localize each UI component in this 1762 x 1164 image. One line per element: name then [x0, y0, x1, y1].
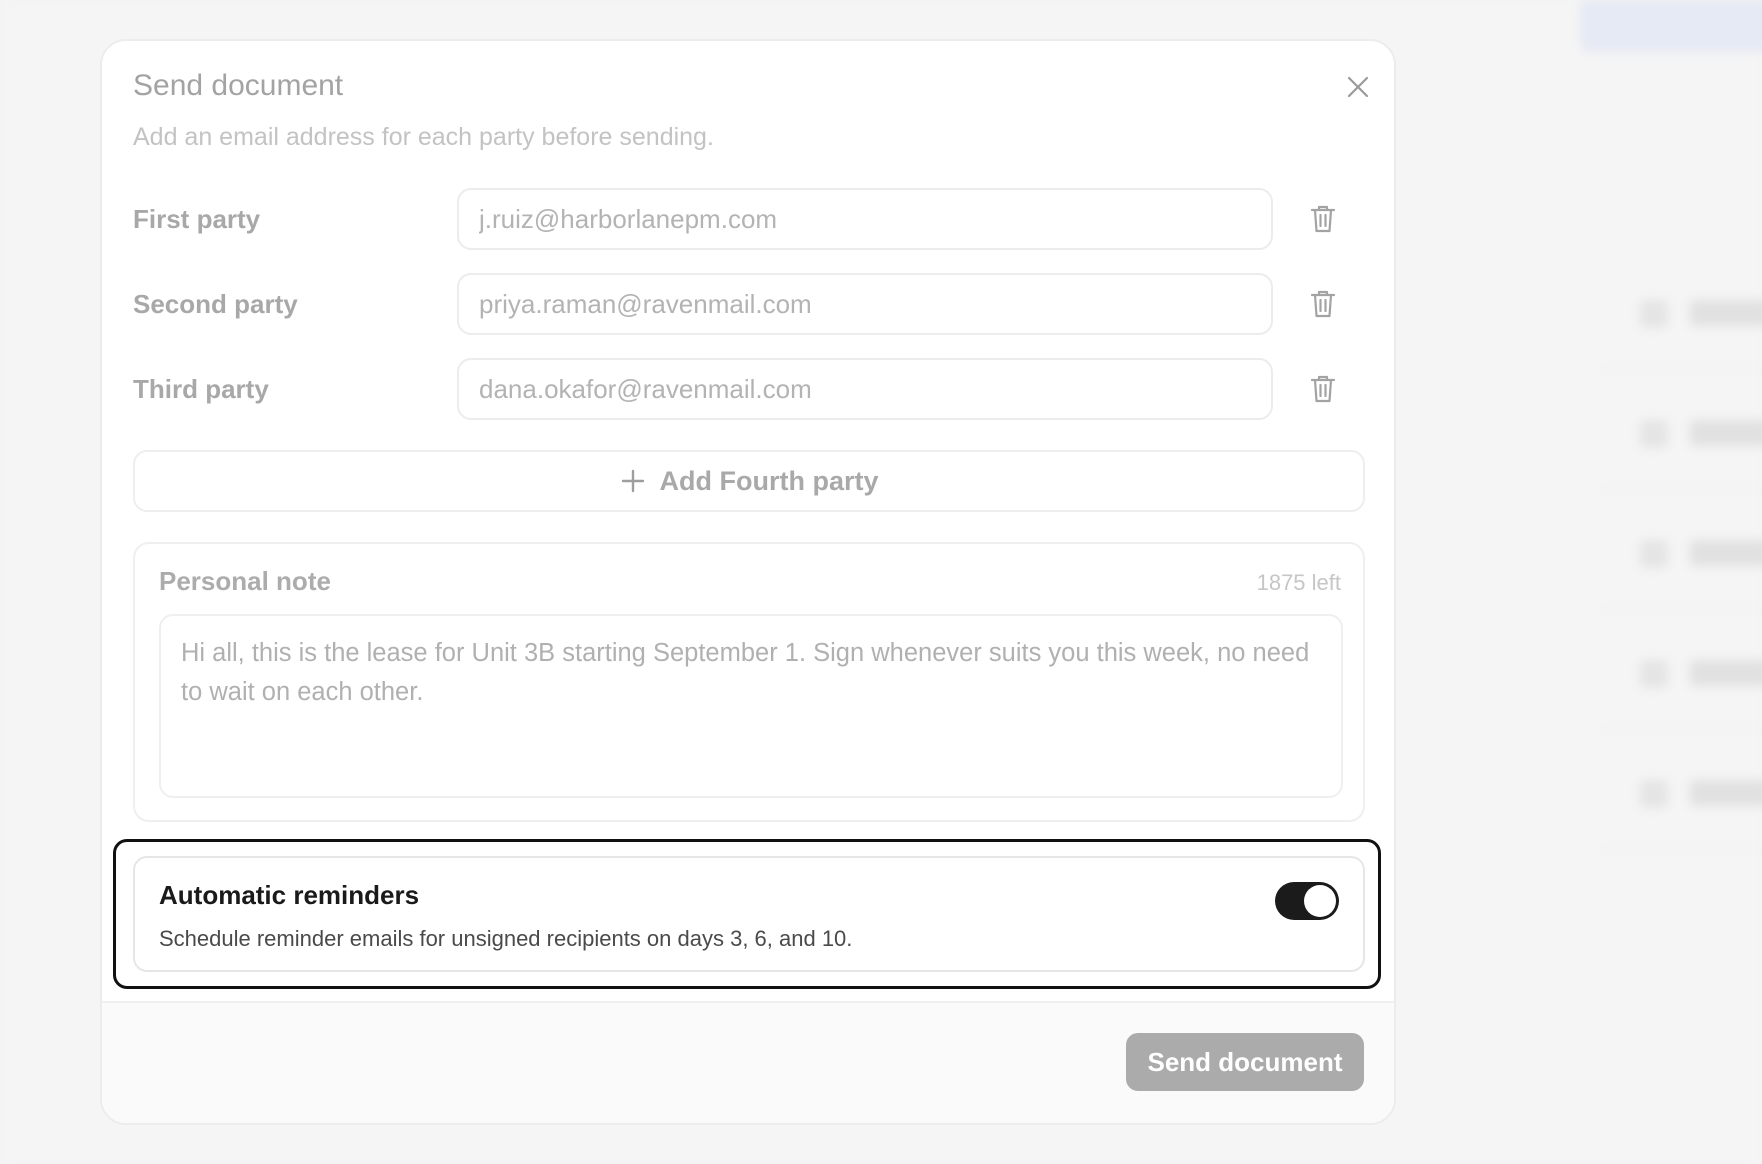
- dialog-footer: Send document: [102, 1001, 1394, 1123]
- delete-third-party-button[interactable]: [1303, 369, 1343, 409]
- reminders-title: Automatic reminders: [159, 880, 420, 910]
- reminders-toggle[interactable]: [1275, 882, 1339, 920]
- automatic-reminders-card[interactable]: Automatic reminders Schedule reminder em…: [133, 856, 1365, 972]
- third-party-email-input[interactable]: [457, 358, 1273, 420]
- party-row-third: Third party: [133, 358, 1373, 420]
- trash-icon: [1310, 375, 1336, 403]
- party-label: Third party: [133, 374, 269, 404]
- personal-note-section: Personal note 1875 left Hi all, this is …: [133, 542, 1365, 822]
- second-party-email-input[interactable]: [457, 273, 1273, 335]
- send-document-button[interactable]: Send document: [1126, 1033, 1364, 1091]
- first-party-email-input[interactable]: [457, 188, 1273, 250]
- add-party-label: Add Fourth party: [659, 465, 879, 496]
- party-label: Second party: [133, 289, 298, 319]
- personal-note-label: Personal note: [159, 566, 331, 596]
- party-row-first: First party: [133, 188, 1373, 250]
- party-label: First party: [133, 204, 261, 234]
- party-row-second: Second party: [133, 273, 1373, 335]
- add-party-button[interactable]: Add Fourth party: [133, 450, 1365, 512]
- dialog-subtitle: Add an email address for each party befo…: [133, 123, 714, 151]
- toggle-knob: [1304, 885, 1336, 917]
- delete-first-party-button[interactable]: [1303, 199, 1343, 239]
- trash-icon: [1310, 290, 1336, 318]
- personal-note-textarea[interactable]: Hi all, this is the lease for Unit 3B st…: [159, 614, 1343, 798]
- reminders-description: Schedule reminder emails for unsigned re…: [159, 926, 853, 951]
- dialog-title: Send document: [133, 69, 344, 102]
- character-counter: 1875 left: [1256, 570, 1341, 595]
- trash-icon: [1310, 205, 1336, 233]
- delete-second-party-button[interactable]: [1303, 284, 1343, 324]
- send-document-dialog: Send document Add an email address for e…: [100, 39, 1396, 1125]
- close-icon: [1347, 76, 1369, 98]
- plus-icon: [620, 468, 646, 494]
- close-button[interactable]: [1338, 67, 1378, 107]
